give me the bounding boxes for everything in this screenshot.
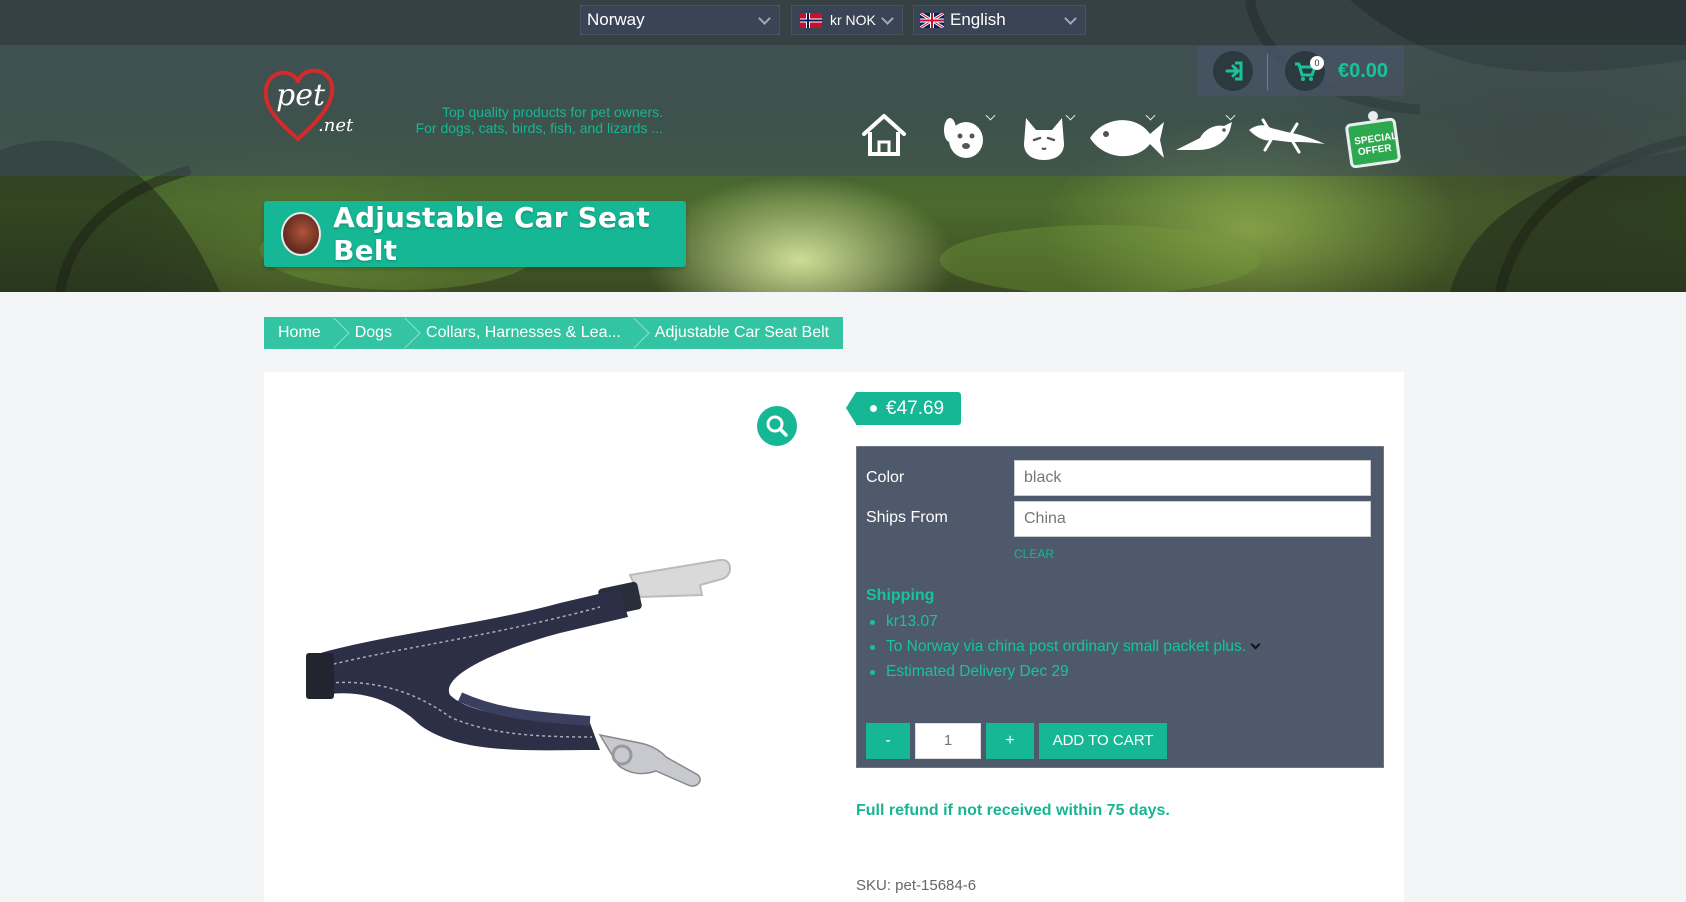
quantity-input[interactable]: 1 bbox=[915, 723, 981, 759]
breadcrumb-current: Adjustable Car Seat Belt bbox=[654, 324, 830, 341]
tagline-line-1: Top quality products for pet owners. bbox=[441, 104, 663, 120]
chevron-down-icon bbox=[881, 12, 894, 25]
add-to-cart-button[interactable]: ADD TO CART bbox=[1039, 723, 1167, 759]
ships-from-label: Ships From bbox=[866, 509, 948, 526]
cat-icon[interactable] bbox=[1020, 110, 1068, 170]
uk-flag-icon bbox=[919, 11, 945, 29]
price-tag-hole bbox=[870, 405, 877, 412]
login-button[interactable] bbox=[1213, 51, 1253, 91]
price-tag: €47.69 bbox=[846, 392, 961, 425]
quantity-increase-button[interactable]: + bbox=[986, 723, 1034, 759]
quantity-decrease-button[interactable]: - bbox=[866, 723, 910, 759]
product-price: €47.69 bbox=[886, 398, 945, 419]
breadcrumb-home[interactable]: Home bbox=[264, 317, 350, 349]
refund-note: Full refund if not received within 75 da… bbox=[856, 802, 1170, 819]
site-tagline: Top quality products for pet owners. For… bbox=[395, 104, 663, 136]
chevron-down-icon bbox=[758, 12, 771, 25]
site-logo[interactable]: pet .net bbox=[262, 65, 372, 145]
estimated-delivery: Estimated Delivery Dec 29 bbox=[866, 661, 1259, 686]
currency-select-value: kr NOK bbox=[830, 12, 876, 28]
fish-icon[interactable] bbox=[1088, 110, 1166, 170]
language-select[interactable]: English bbox=[913, 5, 1086, 35]
color-label: Color bbox=[866, 469, 905, 486]
breadcrumb: Home Dogs Collars, Harnesses & Lea... Ad… bbox=[264, 317, 844, 349]
shipping-title: Shipping bbox=[866, 587, 935, 604]
product-sku: SKU: pet-15684-6 bbox=[856, 877, 977, 894]
currency-select[interactable]: kr NOK bbox=[791, 5, 903, 35]
search-icon bbox=[766, 415, 788, 437]
page-title-badge: Adjustable Car Seat Belt bbox=[264, 201, 686, 267]
special-offer-icon[interactable]: SPECIAL OFFER bbox=[1345, 110, 1401, 168]
shipping-list: kr13.07 To Norway via china post ordinar… bbox=[866, 611, 1261, 686]
home-icon[interactable] bbox=[860, 110, 908, 170]
chevron-down-icon[interactable] bbox=[1250, 639, 1261, 650]
cart-count-badge: 0 bbox=[1310, 56, 1324, 70]
shipping-method[interactable]: To Norway via china post ordinary small … bbox=[866, 636, 1261, 661]
login-icon bbox=[1225, 61, 1243, 81]
avatar bbox=[281, 212, 322, 256]
language-select-value: English bbox=[950, 10, 1006, 29]
dog-icon[interactable] bbox=[940, 110, 992, 170]
ships-from-select[interactable]: China bbox=[1014, 501, 1371, 537]
svg-text:.net: .net bbox=[318, 115, 354, 136]
clear-options-link[interactable]: CLEAR bbox=[1014, 547, 1054, 561]
cart-total[interactable]: €0.00 bbox=[1338, 60, 1388, 83]
page-title: Adjustable Car Seat Belt bbox=[333, 201, 650, 267]
shipping-cost: kr13.07 bbox=[866, 611, 1259, 636]
divider bbox=[1267, 54, 1268, 90]
country-select[interactable]: Norway bbox=[580, 5, 780, 35]
zoom-button[interactable] bbox=[757, 406, 797, 446]
color-select[interactable]: black bbox=[1014, 460, 1371, 496]
svg-text:pet: pet bbox=[276, 78, 326, 113]
product-image[interactable] bbox=[300, 545, 810, 805]
country-select-value: Norway bbox=[587, 10, 645, 29]
header-band bbox=[0, 45, 1686, 176]
breadcrumb-collars[interactable]: Collars, Harnesses & Lea... bbox=[406, 317, 650, 349]
lizard-icon[interactable] bbox=[1247, 110, 1327, 170]
product-options-panel: Color black Ships From China CLEAR Shipp… bbox=[856, 446, 1384, 768]
chevron-down-icon bbox=[1064, 12, 1077, 25]
tagline-line-2: For dogs, cats, birds, fish, and lizards… bbox=[415, 120, 663, 136]
norway-flag-icon bbox=[800, 12, 824, 28]
